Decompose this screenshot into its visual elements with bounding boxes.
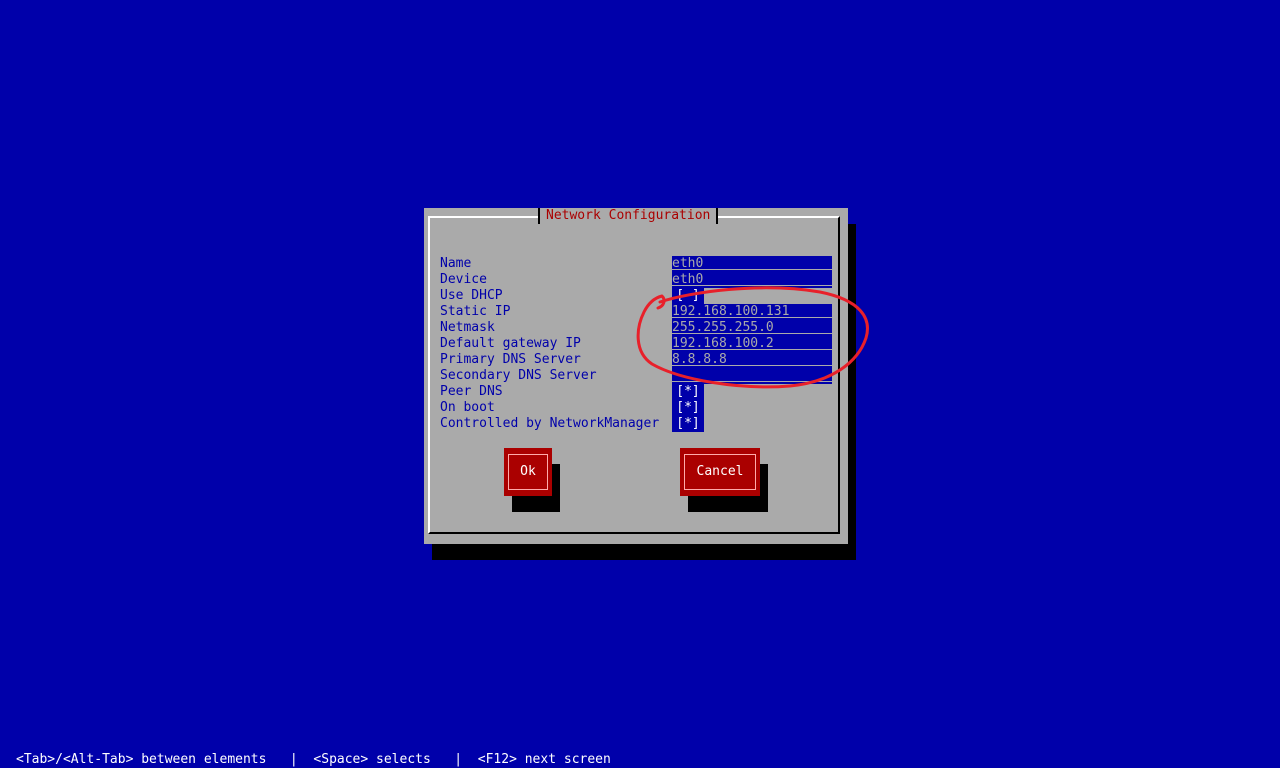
label-secondary-dns: Secondary DNS Server <box>440 368 597 383</box>
ok-button-label: Ok <box>508 454 548 490</box>
primary-dns-input-value: 8.8.8.8 <box>672 352 727 367</box>
peer-dns-checkbox[interactable]: [*] <box>672 384 704 400</box>
label-controlled-by-networkmanager: Controlled by NetworkManager <box>440 416 660 431</box>
device-input-value: eth0 <box>672 272 704 287</box>
label-on-boot: On boot <box>440 400 495 415</box>
label-primary-dns: Primary DNS Server <box>440 352 581 367</box>
use-dhcp-checkbox[interactable]: [ ] <box>672 288 704 304</box>
primary-dns-input[interactable]: 8.8.8.8 <box>672 352 832 368</box>
name-input[interactable]: eth0 <box>672 256 832 272</box>
ok-button[interactable]: Ok <box>504 448 552 496</box>
cancel-button[interactable]: Cancel <box>680 448 760 496</box>
device-input[interactable]: eth0 <box>672 272 832 288</box>
secondary-dns-input[interactable] <box>672 368 832 384</box>
netmask-input-value: 255.255.255.0 <box>672 320 774 335</box>
status-bar-help: <Tab>/<Alt-Tab> between elements | <Spac… <box>16 752 611 767</box>
network-configuration-dialog: Network Configuration Name Device Use DH… <box>424 208 848 544</box>
label-peer-dns: Peer DNS <box>440 384 503 399</box>
label-static-ip: Static IP <box>440 304 511 319</box>
netmask-input[interactable]: 255.255.255.0 <box>672 320 832 336</box>
label-name: Name <box>440 256 472 271</box>
static-ip-input[interactable]: 192.168.100.131 <box>672 304 832 320</box>
cancel-button-label: Cancel <box>684 454 756 490</box>
static-ip-input-value: 192.168.100.131 <box>672 304 790 319</box>
name-input-value: eth0 <box>672 256 704 271</box>
default-gateway-input[interactable]: 192.168.100.2 <box>672 336 832 352</box>
networkmanager-checkbox[interactable]: [*] <box>672 416 704 432</box>
dialog-title: Network Configuration <box>538 208 719 224</box>
label-device: Device <box>440 272 487 287</box>
default-gateway-input-value: 192.168.100.2 <box>672 336 774 351</box>
label-netmask: Netmask <box>440 320 495 335</box>
label-default-gateway: Default gateway IP <box>440 336 581 351</box>
label-use-dhcp: Use DHCP <box>440 288 503 303</box>
on-boot-checkbox[interactable]: [*] <box>672 400 704 416</box>
